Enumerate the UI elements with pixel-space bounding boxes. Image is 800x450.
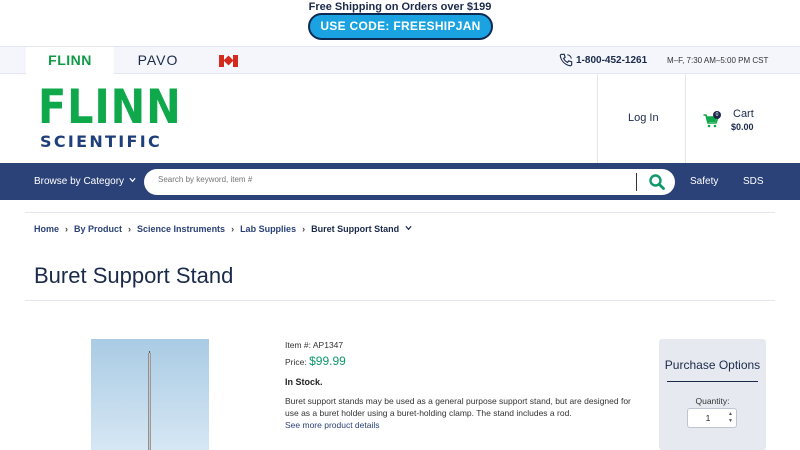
search-divider [636, 173, 637, 191]
search-bar [144, 169, 675, 195]
login-link[interactable]: Log In [628, 112, 659, 124]
quantity-value[interactable]: 1 [688, 413, 728, 423]
breadcrumb-lab-supplies[interactable]: Lab Supplies [240, 224, 296, 234]
purchase-options-panel: Purchase Options Quantity: 1 ▲ ▼ [659, 339, 766, 450]
canada-flag-icon [219, 55, 238, 67]
chevron-right-icon: › [302, 224, 306, 234]
site-header: FLINN SCIENTIFIC Log In 0 Cart $0.00 [0, 74, 800, 163]
main-nav: Browse by Category Safety SDS [0, 163, 800, 200]
browse-label: Browse by Category [34, 176, 125, 187]
title-divider [25, 300, 775, 301]
breadcrumb-current: Buret Support Stand [311, 224, 400, 234]
browse-by-category-menu[interactable]: Browse by Category [34, 163, 136, 200]
breadcrumb-by-product[interactable]: By Product [74, 224, 122, 234]
product-image[interactable] [91, 339, 209, 450]
promo-banner: Free Shipping on Orders over $199 USE CO… [0, 0, 800, 44]
business-hours: M–F, 7:30 AM–5:00 PM CST [667, 56, 769, 65]
nav-sds-link[interactable]: SDS [743, 163, 764, 200]
header-divider [685, 74, 686, 163]
chevron-right-icon: › [128, 224, 132, 234]
chevron-right-icon: › [65, 224, 69, 234]
purchase-divider [667, 381, 758, 382]
page-title: Buret Support Stand [34, 263, 234, 288]
cart-label[interactable]: Cart [733, 108, 754, 120]
search-icon[interactable] [649, 174, 665, 190]
phone-icon [559, 53, 573, 67]
breadcrumb-home[interactable]: Home [34, 224, 59, 234]
price-row: Price: $99.99 [285, 354, 346, 368]
chevron-right-icon: › [231, 224, 235, 234]
see-more-details-link[interactable]: See more product details [285, 420, 380, 430]
item-number: Item #: AP1347 [285, 340, 344, 350]
stepper-arrows-icon[interactable]: ▲ ▼ [727, 411, 734, 425]
chevron-down-icon [129, 177, 136, 183]
breadcrumb: Home › By Product › Science Instruments › Lab … [34, 224, 412, 234]
tab-canada[interactable] [205, 47, 253, 74]
product-description: Buret support stands may be used as a ge… [285, 396, 631, 418]
search-input[interactable] [158, 175, 628, 184]
price-value: $99.99 [309, 354, 346, 368]
logo-wordmark[interactable]: FLINN [38, 84, 182, 132]
logo-subtitle[interactable]: SCIENTIFIC [40, 133, 162, 151]
promo-code-button[interactable]: USE CODE: FREESHIPJAN [308, 13, 493, 40]
promo-text: Free Shipping on Orders over $199 [308, 1, 492, 13]
tab-flinn[interactable]: FLINN [26, 47, 114, 74]
nav-safety-link[interactable]: Safety [690, 163, 718, 200]
header-divider [597, 74, 598, 163]
cart-total: $0.00 [731, 122, 754, 132]
cart-count-badge: 0 [713, 111, 721, 119]
support-rod [148, 353, 151, 450]
brand-bar: FLINN PAVO 1-800-452-1261 M–F, 7:30 AM–5… [0, 46, 800, 74]
price-label: Price: [285, 357, 307, 367]
breadcrumb-divider [25, 212, 775, 213]
breadcrumb-science-instruments[interactable]: Science Instruments [137, 224, 225, 234]
quantity-stepper[interactable]: 1 ▲ ▼ [687, 408, 737, 428]
quantity-label: Quantity: [695, 396, 730, 406]
phone-number[interactable]: 1-800-452-1261 [576, 47, 647, 74]
stock-status: In Stock. [285, 377, 323, 387]
purchase-title: Purchase Options [664, 358, 761, 372]
chevron-down-icon[interactable] [405, 225, 412, 231]
tab-pavo[interactable]: PAVO [118, 47, 198, 74]
